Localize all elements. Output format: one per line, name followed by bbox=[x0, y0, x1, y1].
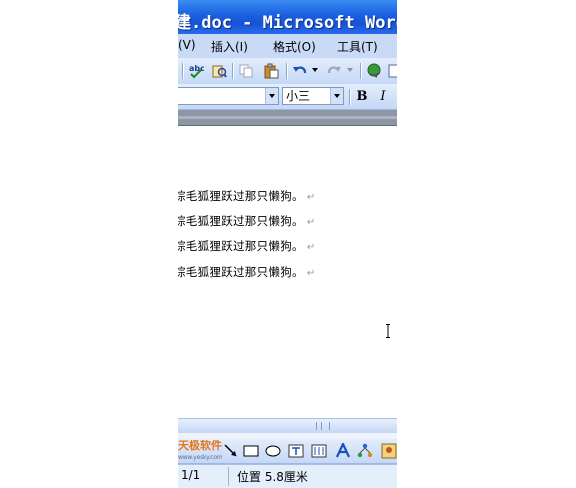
menu-tools[interactable]: 工具(T) bbox=[337, 38, 378, 55]
vertical-textbox-icon[interactable] bbox=[311, 443, 327, 459]
status-bar: 1/1 位置 5.8厘米 bbox=[178, 464, 397, 488]
document-line[interactable]: 棕毛狐狸跃过那只懒狗。 ↵ bbox=[178, 213, 316, 229]
text-cursor-icon bbox=[386, 324, 390, 338]
wordart-icon[interactable] bbox=[335, 443, 351, 459]
title-bar: 建.doc - Microsoft Word bbox=[178, 0, 397, 34]
undo-dropdown-icon[interactable] bbox=[311, 66, 319, 74]
menu-bar: (V) 插入(I) 格式(O) 工具(T) bbox=[178, 34, 397, 59]
drawing-toolbar: 天极软件 www.yesky.com bbox=[178, 439, 397, 464]
document-line[interactable]: 棕毛狐狸跃过那只懒狗。 ↵ bbox=[178, 264, 316, 280]
paragraph-mark: ↵ bbox=[306, 192, 316, 203]
clipart-icon[interactable] bbox=[381, 443, 397, 459]
toolbar-separator bbox=[182, 63, 183, 79]
document-line[interactable]: 棕毛狐狸跃过那只懒狗。 ↵ bbox=[178, 188, 316, 204]
hyperlink-icon[interactable] bbox=[367, 63, 383, 79]
font-size-combo[interactable]: 小三 bbox=[282, 87, 344, 105]
copy-icon[interactable] bbox=[238, 63, 254, 79]
paragraph-mark: ↵ bbox=[306, 242, 316, 253]
window-title: 建.doc - Microsoft Word bbox=[178, 13, 397, 33]
diagram-icon[interactable] bbox=[357, 443, 373, 459]
chevron-down-icon[interactable] bbox=[265, 88, 278, 104]
menu-format[interactable]: 格式(O) bbox=[273, 38, 316, 55]
status-page: 1/1 bbox=[181, 468, 201, 482]
document-line[interactable]: 棕毛狐狸跃过那只懒狗。 ↵ bbox=[178, 238, 316, 254]
spelling-icon[interactable]: abc bbox=[188, 63, 204, 79]
toolbar-separator bbox=[286, 63, 287, 79]
scrollbar-grip[interactable] bbox=[316, 422, 330, 430]
toolbar-separator bbox=[232, 63, 233, 79]
status-position: 位置 5.8厘米 bbox=[237, 470, 308, 484]
font-size-value: 小三 bbox=[286, 89, 311, 103]
menu-insert[interactable]: 插入(I) bbox=[211, 38, 248, 55]
word-window: 建.doc - Microsoft Word (V) 插入(I) 格式(O) 工… bbox=[178, 0, 397, 488]
formatting-toolbar: 小三 B I bbox=[178, 84, 397, 110]
research-icon[interactable] bbox=[211, 63, 227, 79]
standard-toolbar: abc bbox=[178, 58, 397, 85]
toolbar-separator bbox=[360, 63, 361, 79]
rectangle-tool-icon[interactable] bbox=[243, 443, 259, 459]
table-icon[interactable] bbox=[388, 63, 397, 79]
watermark-logo: 天极软件 www.yesky.com bbox=[178, 440, 222, 461]
document-area[interactable]: 棕毛狐狸跃过那只懒狗。 ↵ 棕毛狐狸跃过那只懒狗。 ↵ 棕毛狐狸跃过那只懒狗。 ↵ 棕… bbox=[178, 126, 397, 418]
horizontal-ruler[interactable] bbox=[178, 110, 397, 126]
toolbar-separator bbox=[349, 89, 350, 105]
textbox-tool-icon[interactable] bbox=[288, 443, 304, 459]
italic-button[interactable]: I bbox=[374, 88, 392, 105]
arrow-tool-icon[interactable] bbox=[223, 443, 239, 459]
redo-dropdown-icon[interactable] bbox=[346, 66, 354, 74]
redo-icon[interactable] bbox=[326, 63, 342, 79]
bold-button[interactable]: B bbox=[353, 88, 371, 105]
paste-icon[interactable] bbox=[263, 63, 279, 79]
font-name-combo[interactable] bbox=[178, 87, 279, 105]
menu-view[interactable]: (V) bbox=[178, 38, 196, 52]
chevron-down-icon[interactable] bbox=[330, 88, 343, 104]
oval-tool-icon[interactable] bbox=[265, 443, 281, 459]
status-divider bbox=[228, 467, 229, 486]
svg-text:abc: abc bbox=[189, 64, 204, 73]
undo-icon[interactable] bbox=[292, 63, 308, 79]
paragraph-mark: ↵ bbox=[306, 268, 316, 279]
paragraph-mark: ↵ bbox=[306, 217, 316, 228]
